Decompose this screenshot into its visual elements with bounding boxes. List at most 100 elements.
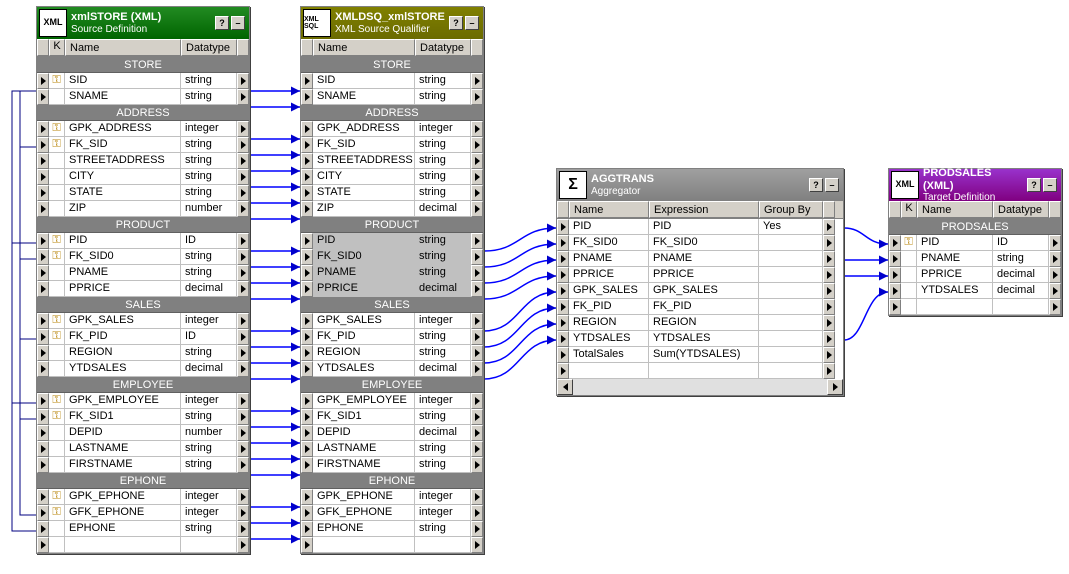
- port-handle[interactable]: [37, 249, 49, 265]
- port-handle[interactable]: [237, 153, 249, 169]
- port-handle[interactable]: [471, 345, 483, 361]
- port-handle[interactable]: [301, 521, 313, 537]
- port-handle[interactable]: [823, 219, 835, 235]
- port-handle[interactable]: [471, 537, 483, 553]
- field-row[interactable]: GPK_EMPLOYEEinteger: [301, 393, 483, 409]
- port-handle[interactable]: [557, 235, 569, 251]
- port-handle[interactable]: [557, 363, 569, 379]
- port-handle[interactable]: [37, 153, 49, 169]
- port-handle[interactable]: [301, 345, 313, 361]
- field-row[interactable]: ⚿GPK_SALESinteger: [37, 313, 249, 329]
- port-handle[interactable]: [471, 121, 483, 137]
- port-handle[interactable]: [471, 169, 483, 185]
- port-handle[interactable]: [237, 489, 249, 505]
- panel-titlebar[interactable]: XML SQL XMLDSQ_xmlSTORE XML Source Quali…: [301, 7, 483, 39]
- port-handle[interactable]: [557, 251, 569, 267]
- port-handle[interactable]: [823, 315, 835, 331]
- port-handle[interactable]: [37, 329, 49, 345]
- field-row[interactable]: PIDstring: [301, 233, 483, 249]
- field-row[interactable]: ZIPdecimal: [301, 201, 483, 217]
- port-handle[interactable]: [889, 267, 901, 283]
- port-handle[interactable]: [301, 457, 313, 473]
- aggregator-row[interactable]: GPK_SALESGPK_SALES: [557, 283, 843, 299]
- port-handle[interactable]: [237, 169, 249, 185]
- field-row[interactable]: DEPIDnumber: [37, 425, 249, 441]
- minimize-button[interactable]: –: [231, 16, 245, 30]
- field-row[interactable]: CITYstring: [37, 169, 249, 185]
- port-handle[interactable]: [237, 409, 249, 425]
- target-definition-panel[interactable]: XML PRODSALES (XML) Target Definition ? …: [888, 168, 1062, 316]
- horizontal-scrollbar[interactable]: [557, 379, 843, 395]
- port-handle[interactable]: [471, 281, 483, 297]
- minimize-button[interactable]: –: [1043, 178, 1057, 192]
- port-handle[interactable]: [237, 313, 249, 329]
- field-row[interactable]: DEPIDdecimal: [301, 425, 483, 441]
- field-row[interactable]: FIRSTNAMEstring: [301, 457, 483, 473]
- source-qualifier-panel[interactable]: XML SQL XMLDSQ_xmlSTORE XML Source Quali…: [300, 6, 484, 554]
- help-button[interactable]: ?: [449, 16, 463, 30]
- port-handle[interactable]: [237, 425, 249, 441]
- port-handle[interactable]: [471, 73, 483, 89]
- port-handle[interactable]: [237, 361, 249, 377]
- port-handle[interactable]: [237, 137, 249, 153]
- field-row[interactable]: PNAMEstring: [889, 251, 1061, 267]
- port-handle[interactable]: [237, 393, 249, 409]
- port-handle[interactable]: [823, 299, 835, 315]
- port-handle[interactable]: [237, 537, 249, 553]
- port-handle[interactable]: [301, 537, 313, 553]
- field-row[interactable]: ⚿FK_SID1string: [37, 409, 249, 425]
- port-handle[interactable]: [37, 457, 49, 473]
- field-row[interactable]: REGIONstring: [301, 345, 483, 361]
- port-handle[interactable]: [301, 281, 313, 297]
- field-row[interactable]: ⚿FK_SID0string: [37, 249, 249, 265]
- port-handle[interactable]: [37, 169, 49, 185]
- port-handle[interactable]: [37, 361, 49, 377]
- port-handle[interactable]: [237, 73, 249, 89]
- field-row[interactable]: PNAMEstring: [301, 265, 483, 281]
- aggregator-row[interactable]: TotalSalesSum(YTDSALES): [557, 347, 843, 363]
- port-handle[interactable]: [1049, 283, 1061, 299]
- field-row[interactable]: FK_SID1string: [301, 409, 483, 425]
- port-handle[interactable]: [301, 73, 313, 89]
- port-handle[interactable]: [557, 219, 569, 235]
- field-row[interactable]: ⚿PIDID: [889, 235, 1061, 251]
- port-handle[interactable]: [37, 425, 49, 441]
- scroll-left-button[interactable]: [557, 379, 573, 395]
- field-row[interactable]: CITYstring: [301, 169, 483, 185]
- port-handle[interactable]: [301, 185, 313, 201]
- port-handle[interactable]: [37, 265, 49, 281]
- port-handle[interactable]: [1049, 267, 1061, 283]
- port-handle[interactable]: [301, 425, 313, 441]
- port-handle[interactable]: [37, 393, 49, 409]
- field-row[interactable]: FK_SID0string: [301, 249, 483, 265]
- port-handle[interactable]: [471, 265, 483, 281]
- port-handle[interactable]: [889, 283, 901, 299]
- panel-titlebar[interactable]: Σ AGGTRANS Aggregator ? –: [557, 169, 843, 201]
- port-handle[interactable]: [237, 265, 249, 281]
- port-handle[interactable]: [471, 441, 483, 457]
- port-handle[interactable]: [557, 299, 569, 315]
- field-row[interactable]: REGIONstring: [37, 345, 249, 361]
- port-handle[interactable]: [823, 267, 835, 283]
- port-handle[interactable]: [37, 345, 49, 361]
- port-handle[interactable]: [37, 409, 49, 425]
- port-handle[interactable]: [37, 233, 49, 249]
- port-handle[interactable]: [237, 249, 249, 265]
- port-handle[interactable]: [471, 457, 483, 473]
- field-row[interactable]: SIDstring: [301, 73, 483, 89]
- aggregator-row[interactable]: PNAMEPNAME: [557, 251, 843, 267]
- port-handle[interactable]: [471, 233, 483, 249]
- port-handle[interactable]: [301, 89, 313, 105]
- port-handle[interactable]: [889, 251, 901, 267]
- port-handle[interactable]: [1049, 299, 1061, 315]
- aggregator-row[interactable]: YTDSALESYTDSALES: [557, 331, 843, 347]
- port-handle[interactable]: [237, 233, 249, 249]
- field-row[interactable]: GPK_EPHONEinteger: [301, 489, 483, 505]
- aggregator-row[interactable]: PPRICEPPRICE: [557, 267, 843, 283]
- help-button[interactable]: ?: [1027, 178, 1041, 192]
- field-row[interactable]: LASTNAMEstring: [301, 441, 483, 457]
- port-handle[interactable]: [823, 235, 835, 251]
- port-handle[interactable]: [237, 121, 249, 137]
- port-handle[interactable]: [237, 185, 249, 201]
- port-handle[interactable]: [471, 361, 483, 377]
